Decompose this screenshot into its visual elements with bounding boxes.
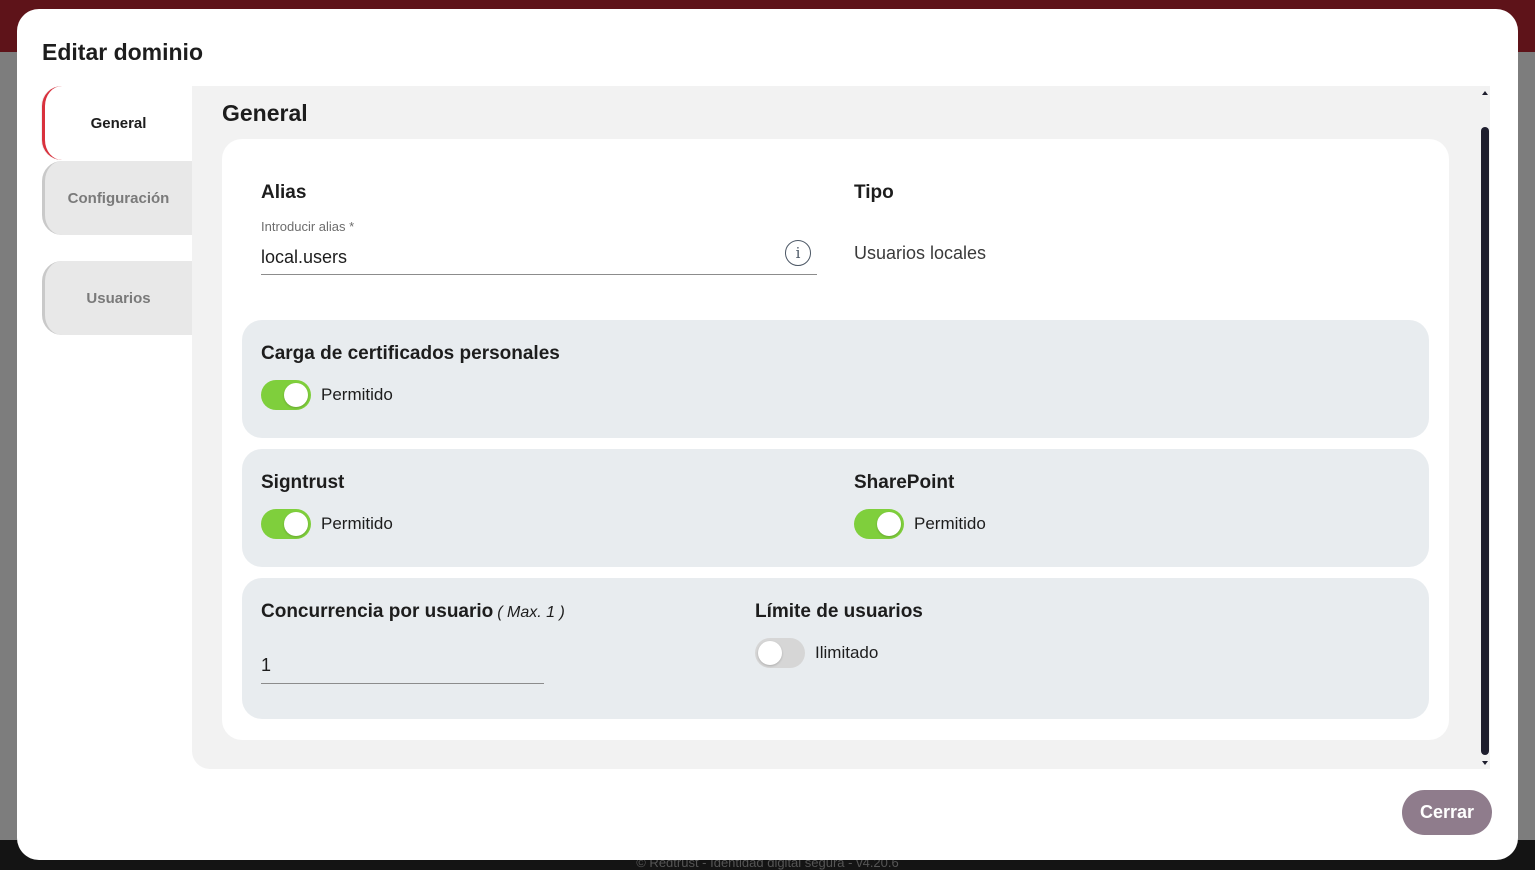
toggle-knob bbox=[284, 512, 308, 536]
certificados-toggle-label: Permitido bbox=[321, 385, 393, 404]
scroll-up-arrow-icon[interactable] bbox=[1482, 91, 1488, 95]
limits-section: Concurrencia por usuario( Max. 1 ) Límit… bbox=[242, 578, 1429, 719]
tab-usuarios[interactable]: Usuarios bbox=[42, 261, 192, 335]
sharepoint-toggle[interactable] bbox=[854, 509, 904, 539]
concurrencia-title: Concurrencia por usuario( Max. 1 ) bbox=[261, 601, 565, 623]
limite-toggle[interactable] bbox=[755, 638, 805, 668]
concurrencia-hint: ( Max. 1 ) bbox=[497, 604, 565, 621]
edit-domain-modal: Editar dominio General Configuración Usu… bbox=[17, 9, 1518, 860]
concurrencia-title-text: Concurrencia por usuario bbox=[261, 601, 494, 622]
integrations-section: Signtrust Permitido SharePoint Permitido bbox=[242, 449, 1429, 567]
scrollbar-thumb[interactable] bbox=[1481, 127, 1489, 755]
tab-configuracion[interactable]: Configuración bbox=[42, 161, 192, 235]
tipo-label: Tipo bbox=[854, 182, 894, 203]
concurrencia-input[interactable] bbox=[261, 647, 544, 684]
alias-input[interactable] bbox=[261, 240, 817, 275]
certificados-toggle[interactable] bbox=[261, 380, 311, 410]
signtrust-toggle-label: Permitido bbox=[321, 514, 393, 533]
tab-general[interactable]: General bbox=[42, 86, 192, 160]
tipo-value: Usuarios locales bbox=[854, 243, 987, 263]
general-card: Alias Introducir alias * i Tipo Usuarios… bbox=[222, 139, 1449, 740]
certificados-title: Carga de certificados personales bbox=[261, 343, 560, 364]
toggle-knob bbox=[877, 512, 901, 536]
alias-label: Alias bbox=[261, 182, 307, 203]
general-panel: General Alias Introducir alias * i Tipo … bbox=[192, 86, 1490, 769]
panel-title: General bbox=[222, 100, 308, 126]
limite-toggle-label: Ilimitado bbox=[815, 643, 879, 662]
limite-title: Límite de usuarios bbox=[755, 601, 923, 622]
close-button[interactable]: Cerrar bbox=[1402, 790, 1492, 835]
certificados-section: Carga de certificados personales Permiti… bbox=[242, 320, 1429, 438]
sharepoint-title: SharePoint bbox=[854, 472, 955, 493]
info-icon[interactable]: i bbox=[785, 240, 811, 266]
modal-title: Editar dominio bbox=[42, 39, 203, 65]
sharepoint-toggle-label: Permitido bbox=[914, 514, 986, 533]
toggle-knob bbox=[758, 641, 782, 665]
signtrust-title: Signtrust bbox=[261, 472, 345, 493]
alias-input-label: Introducir alias * bbox=[261, 219, 355, 234]
toggle-knob bbox=[284, 383, 308, 407]
signtrust-toggle[interactable] bbox=[261, 509, 311, 539]
panel-scrollbar[interactable] bbox=[1480, 91, 1490, 765]
scroll-down-arrow-icon[interactable] bbox=[1482, 761, 1488, 765]
